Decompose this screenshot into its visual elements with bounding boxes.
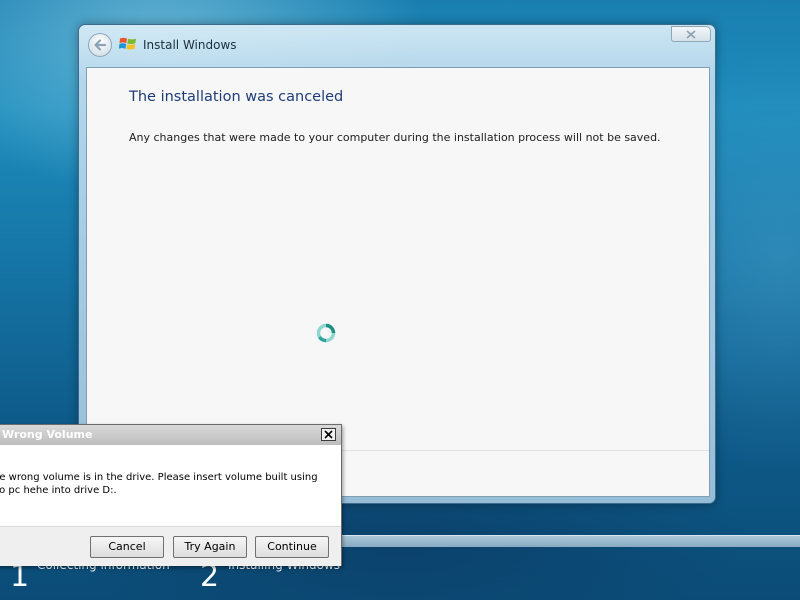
dialog-message-line: he wrong volume is in the drive. Please … <box>0 472 318 483</box>
dialog-button-bar: Cancel Try Again Continue <box>0 526 341 566</box>
dialog-title: Wrong Volume <box>2 428 93 441</box>
step-number: 1 <box>10 559 30 594</box>
wrong-volume-dialog: Wrong Volume he wrong volume is in the d… <box>0 424 342 566</box>
step-number: 2 <box>200 559 220 594</box>
close-icon <box>324 430 333 439</box>
dialog-message: he wrong volume is in the drive. Please … <box>0 471 333 497</box>
cancel-message: Any changes that were made to your compu… <box>129 131 661 144</box>
dialog-close-button[interactable] <box>321 428 336 441</box>
busy-spinner-icon <box>316 323 336 343</box>
windows-logo-icon <box>119 37 136 50</box>
try-again-button[interactable]: Try Again <box>173 536 247 558</box>
back-button[interactable] <box>88 33 112 57</box>
window-close-button[interactable] <box>671 26 711 42</box>
back-arrow-icon <box>94 39 107 51</box>
dialog-message-line: oo pc hehe into drive D:. <box>0 485 117 496</box>
close-icon <box>686 30 696 39</box>
cancel-button[interactable]: Cancel <box>90 536 164 558</box>
window-title: Install Windows <box>143 38 237 52</box>
continue-button[interactable]: Continue <box>255 536 329 558</box>
dialog-title-bar[interactable]: Wrong Volume <box>0 425 341 445</box>
page-title: The installation was canceled <box>129 89 344 105</box>
